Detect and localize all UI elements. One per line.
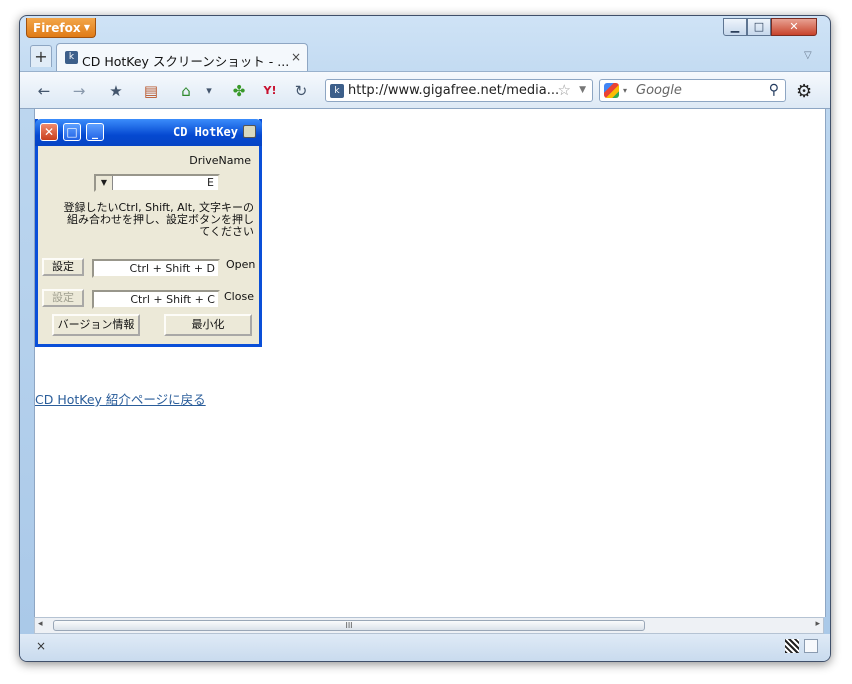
open-label: Open [226,258,256,271]
back-to-intro-link[interactable]: CD HotKey 紹介ページに戻る [35,389,206,408]
close-button[interactable]: ✕ [771,18,817,36]
minimize-button[interactable]: ▁ [723,18,747,36]
firefox-menu-button[interactable]: Firefox ▼ [26,18,96,38]
new-tab-button[interactable]: + [30,45,52,67]
close-label: Close [224,290,254,303]
open-set-button: 設定 [42,258,84,276]
firefox-menu-label: Firefox [33,21,81,35]
app-close-icon: ✕ [40,123,58,141]
qr-addon-icon[interactable] [785,639,799,653]
close-hotkey-field: Ctrl + Shift + C [92,290,220,309]
page-content: ✕ □ _ CD HotKey DriveName ▼ E 登録したいCtrl,… [34,109,826,617]
back-icon[interactable]: ← [34,81,54,101]
drive-name-combo: ▼ E [94,174,220,192]
url-text[interactable]: http://www.gigafree.net/media... [348,83,559,98]
resize-grip-icon[interactable] [804,639,818,653]
chevron-down-icon: ▼ [83,23,90,32]
search-box[interactable]: ▾ Google ⚲ [599,79,786,102]
chevron-down-icon[interactable]: ▾ [199,81,219,101]
tab-close-icon[interactable]: × [291,50,301,64]
home-icon[interactable]: ⌂ [176,81,196,101]
library-icon[interactable]: ▤ [141,81,161,101]
instruction-text: 登録したいCtrl, Shift, Alt, 文字キーの組み合わせを押し、設定ボ… [63,201,254,238]
scroll-left-icon[interactable]: ◂ [38,619,43,629]
version-info-button: バージョン情報 [52,314,140,336]
forward-icon[interactable]: → [69,81,89,101]
app-maximize-icon: □ [63,123,81,141]
cd-hotkey-app-screenshot: ✕ □ _ CD HotKey DriveName ▼ E 登録したいCtrl,… [35,119,262,347]
search-input[interactable]: Google [636,83,682,98]
search-icon[interactable]: ⚲ [769,82,779,98]
app-minimize-icon: _ [86,123,104,141]
scroll-right-icon[interactable]: ▸ [815,619,820,629]
browser-window: Firefox ▼ ▁ □ ✕ + k CD HotKey スクリーンショット -… [19,15,831,662]
drive-name-label: DriveName [189,154,251,167]
google-icon[interactable] [604,83,619,98]
tab-title: CD HotKey スクリーンショット - ... [82,54,290,69]
url-bar[interactable]: k http://www.gigafree.net/media... ☆ ▼ [325,79,593,102]
chevron-down-icon: ▼ [96,176,113,190]
search-engine-dropdown-icon[interactable]: ▾ [623,86,627,95]
navigation-toolbar: ← → ★ ▤ ⌂ ▾ ✤ Y! ↻ k http://www.gigafree… [20,71,830,109]
status-bar: × [20,634,830,661]
tab-cd-hotkey[interactable]: k CD HotKey スクリーンショット - ... × [56,43,308,72]
addon-bar-close-icon[interactable]: × [36,639,46,653]
minimize-app-button: 最小化 [164,314,252,336]
yahoo-icon[interactable]: Y! [260,81,280,101]
site-favicon-icon: k [65,51,78,64]
open-hotkey-field: Ctrl + Shift + D [92,259,220,278]
app-icon [243,125,256,138]
bookmark-star-icon[interactable]: ★ [106,81,126,101]
addon-puzzle-icon[interactable]: ✤ [229,81,249,101]
reload-icon[interactable]: ↻ [291,81,311,101]
scrollbar-thumb[interactable]: III [53,620,645,631]
url-history-dropdown-icon[interactable]: ▼ [579,85,586,95]
maximize-button[interactable]: □ [747,18,771,36]
tab-list-icon[interactable]: ▽ [804,50,812,61]
drive-name-value: E [207,176,214,189]
close-set-button: 設定 [42,289,84,307]
star-icon[interactable]: ☆ [558,81,571,99]
horizontal-scrollbar[interactable]: ◂ III ▸ [34,617,824,634]
app-titlebar: ✕ □ _ CD HotKey [35,119,262,146]
app-title: CD HotKey [172,125,238,139]
settings-gear-icon[interactable]: ⚙ [796,81,812,102]
site-identity-icon[interactable]: k [330,84,344,98]
